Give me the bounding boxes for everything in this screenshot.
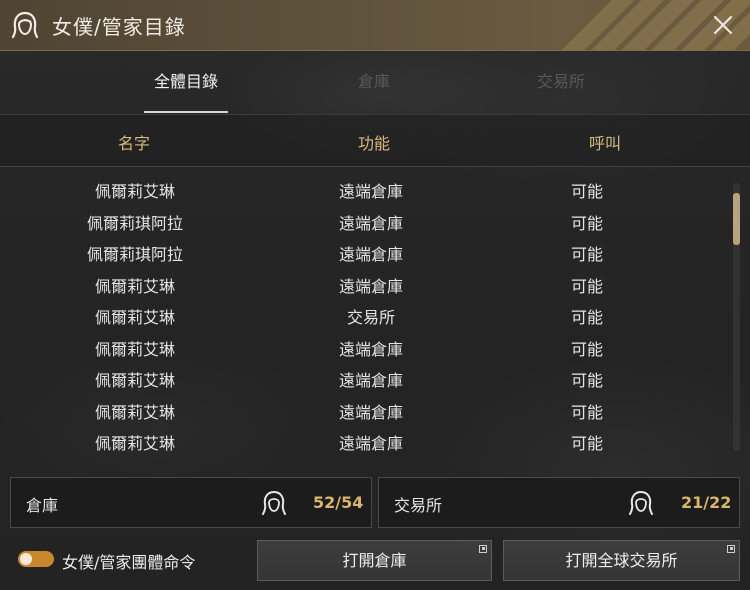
- row-name: 佩爾莉艾琳: [94, 371, 175, 390]
- tab-warehouse[interactable]: 倉庫: [324, 68, 424, 92]
- warehouse-counter: 倉庫 52/54: [10, 477, 372, 528]
- open-global-market-button[interactable]: 打開全球交易所: [503, 540, 740, 581]
- row-name: 佩爾莉艾琳: [94, 276, 175, 296]
- maid-icon: [629, 491, 653, 515]
- row-call: 可能: [570, 371, 603, 390]
- row-function: 交易所: [346, 308, 395, 327]
- tab-all-list[interactable]: 全體目錄: [136, 68, 236, 92]
- market-count: 21/22: [681, 493, 732, 512]
- list-item[interactable]: 佩爾莉艾琳 遠端倉庫 可能: [0, 267, 730, 299]
- row-function: 遠端倉庫: [338, 434, 403, 453]
- list-item[interactable]: 佩爾莉琪阿拉 遠端倉庫 可能: [0, 204, 730, 236]
- title-bar[interactable]: 女僕/管家目錄: [0, 0, 750, 51]
- list-item[interactable]: 佩爾莉艾琳 交易所 可能: [0, 298, 730, 330]
- group-command-toggle[interactable]: [18, 551, 54, 567]
- list-scrollbar[interactable]: [733, 183, 740, 451]
- row-name: 佩爾莉艾琳: [94, 182, 175, 201]
- market-counter: 交易所 21/22: [378, 477, 740, 528]
- row-function: 遠端倉庫: [338, 182, 403, 201]
- window-title: 女僕/管家目錄: [52, 15, 186, 39]
- row-call: 可能: [570, 402, 603, 422]
- list-item[interactable]: 佩爾莉艾琳 遠端倉庫 可能: [0, 424, 730, 456]
- group-command-label: 女僕/管家團體命令: [62, 553, 196, 572]
- row-function: 遠端倉庫: [338, 339, 403, 359]
- row-call: 可能: [570, 339, 603, 359]
- external-link-icon: [479, 545, 487, 553]
- row-call: 可能: [570, 308, 603, 327]
- column-header: 名字 功能 呼叫: [0, 115, 750, 167]
- row-call: 可能: [570, 213, 603, 233]
- external-link-icon: [727, 545, 735, 553]
- market-counter-label: 交易所: [394, 496, 443, 515]
- tab-bar: 全體目錄 倉庫 交易所: [0, 50, 750, 114]
- row-function: 遠端倉庫: [338, 213, 403, 233]
- open-warehouse-label: 打開倉庫: [342, 551, 407, 570]
- row-call: 可能: [570, 182, 603, 201]
- open-warehouse-button[interactable]: 打開倉庫: [257, 540, 492, 581]
- row-function: 遠端倉庫: [338, 371, 403, 390]
- list-item[interactable]: 佩爾莉琪阿拉 遠端倉庫 可能: [0, 235, 730, 267]
- warehouse-counter-label: 倉庫: [26, 496, 59, 515]
- scrollbar-thumb[interactable]: [733, 193, 740, 245]
- row-call: 可能: [570, 434, 603, 453]
- list-item[interactable]: 佩爾莉艾琳 遠端倉庫 可能: [0, 172, 730, 204]
- row-name: 佩爾莉艾琳: [94, 434, 175, 453]
- row-function: 遠端倉庫: [338, 245, 403, 264]
- maid-list: 佩爾莉艾琳 遠端倉庫 可能 佩爾莉琪阿拉 遠端倉庫 可能 佩爾莉琪阿拉 遠端倉庫…: [0, 172, 730, 462]
- row-call: 可能: [570, 245, 603, 264]
- close-icon[interactable]: [708, 10, 738, 40]
- row-name: 佩爾莉艾琳: [94, 339, 175, 359]
- open-global-market-label: 打開全球交易所: [565, 551, 678, 570]
- maid-butler-window: 女僕/管家目錄 全體目錄 倉庫 交易所 名字 功能 呼叫 佩爾莉艾琳 遠端倉庫 …: [0, 0, 750, 590]
- row-name: 佩爾莉艾琳: [94, 308, 175, 327]
- maid-icon: [11, 11, 39, 39]
- row-name: 佩爾莉琪阿拉: [86, 213, 183, 233]
- maid-icon: [262, 491, 286, 515]
- row-name: 佩爾莉琪阿拉: [86, 245, 183, 264]
- list-item[interactable]: 佩爾莉艾琳 遠端倉庫 可能: [0, 393, 730, 425]
- list-item[interactable]: 佩爾莉艾琳 遠端倉庫 可能: [0, 330, 730, 362]
- column-name: 名字: [117, 134, 150, 153]
- row-function: 遠端倉庫: [338, 402, 403, 422]
- active-tab-indicator: [144, 111, 228, 113]
- tab-marketplace[interactable]: 交易所: [511, 68, 611, 92]
- warehouse-count: 52/54: [313, 493, 364, 512]
- row-function: 遠端倉庫: [338, 276, 403, 296]
- column-call: 呼叫: [588, 134, 621, 153]
- row-name: 佩爾莉艾琳: [94, 402, 175, 422]
- row-call: 可能: [570, 276, 603, 296]
- toggle-knob: [20, 553, 32, 565]
- list-item[interactable]: 佩爾莉艾琳 遠端倉庫 可能: [0, 361, 730, 393]
- column-function: 功能: [357, 134, 390, 153]
